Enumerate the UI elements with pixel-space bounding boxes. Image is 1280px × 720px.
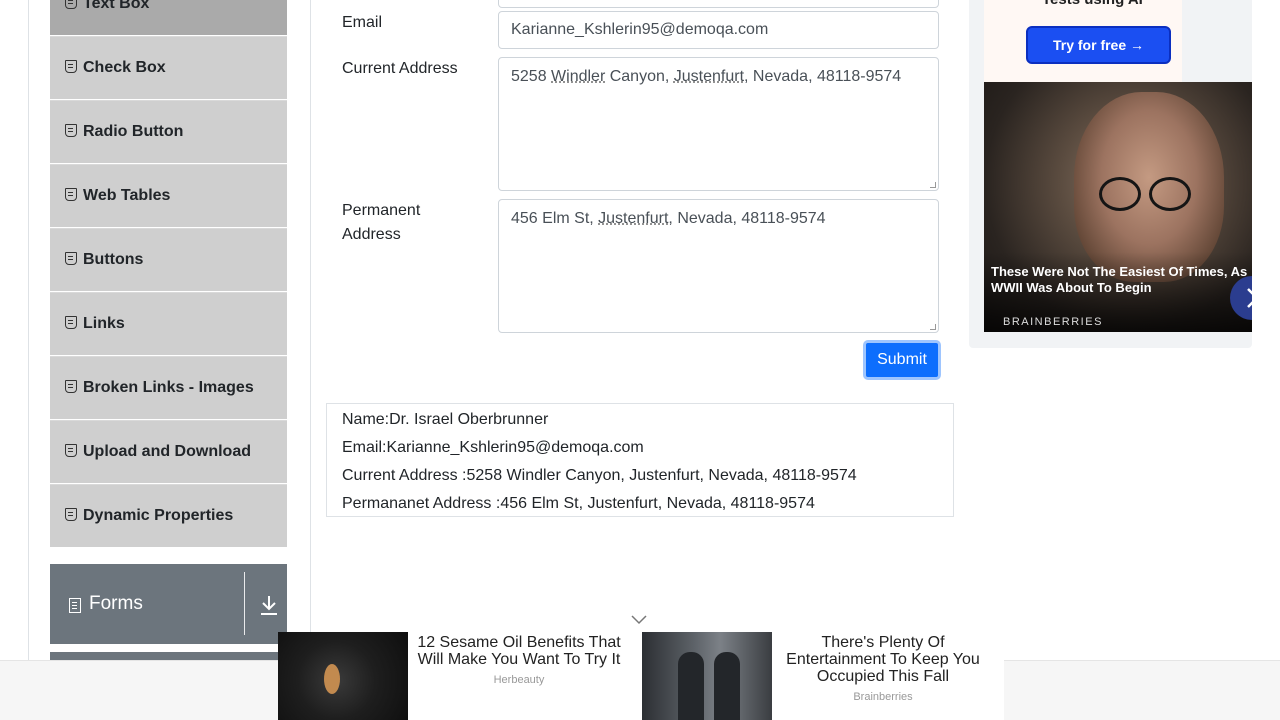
chevron-right-glyph	[1247, 288, 1252, 308]
person-shape	[714, 652, 740, 720]
glasses-lens	[1149, 177, 1191, 211]
submit-button[interactable]: Submit	[863, 340, 941, 380]
email-value: Karianne_Kshlerin95@demoqa.com	[511, 21, 769, 38]
ad-banner-top: Tests using AI Try for free →	[984, 0, 1182, 82]
resize-handle[interactable]	[930, 182, 936, 188]
address-text: 456 Elm St,	[511, 210, 599, 227]
ad-item-source: Herbeauty	[493, 674, 545, 686]
ad-source: BRAINBERRIES	[1003, 316, 1103, 328]
permanent-address-field[interactable]: 456 Elm St, Justenfurt, Nevada, 48118-95…	[498, 199, 939, 333]
menu-item-label: Web Tables	[83, 187, 171, 204]
menu-item-label: Check Box	[83, 59, 166, 76]
menu-item-links[interactable]: Links	[50, 292, 287, 356]
address-text: Windler	[551, 68, 606, 85]
menu-item-label: Text Box	[83, 0, 150, 12]
address-text: , Nevada, 48118-9574	[668, 210, 826, 227]
right-ad-panel[interactable]: Tests using AI Try for free → These Were…	[969, 0, 1252, 348]
current-address-label: Current Address	[342, 60, 458, 77]
menu-item-dynamic-properties[interactable]: Dynamic Properties	[50, 484, 287, 548]
html5-icon	[65, 123, 77, 137]
ad-image-people[interactable]	[642, 632, 772, 720]
html5-icon	[65, 59, 77, 73]
group-header-separator	[244, 572, 245, 635]
group-header-label: Forms	[89, 593, 143, 614]
chevron-down-icon[interactable]	[630, 612, 648, 626]
html5-icon	[65, 315, 77, 329]
menu-item-label: Dynamic Properties	[83, 507, 234, 524]
address-text: Canyon,	[605, 68, 674, 85]
label-line: Permanent	[342, 202, 421, 219]
output-email: Email:Karianne_Kshlerin95@demoqa.com	[342, 439, 644, 456]
label-line: Address	[342, 226, 401, 243]
output-permanent-address: Permananet Address :456 Elm St, Justenfu…	[342, 495, 815, 512]
document-icon	[69, 597, 81, 613]
output-name: Name:Dr. Israel Oberbrunner	[342, 411, 549, 428]
bottom-ad[interactable]: 12 Sesame Oil Benefits That Will Make Yo…	[278, 632, 1004, 720]
try-for-free-button[interactable]: Try for free →	[1026, 26, 1171, 64]
menu-item-buttons[interactable]: Buttons	[50, 228, 287, 292]
menu-item-text-box[interactable]: Text Box	[50, 0, 287, 36]
html5-icon	[65, 187, 77, 201]
menu-item-label: Links	[83, 315, 125, 332]
group-header-forms[interactable]: Forms	[50, 564, 287, 644]
ad-headline[interactable]: These Were Not The Easiest Of Times, As …	[991, 264, 1251, 296]
current-address-field[interactable]: 5258 Windler Canyon, Justenfurt, Nevada,…	[498, 57, 939, 191]
ad-item-source: Brainberries	[853, 691, 913, 703]
ad-item-2[interactable]: There's Plenty Of Entertainment To Keep …	[772, 634, 994, 703]
address-text: , Nevada, 48118-9574	[744, 68, 902, 85]
ad-item-title[interactable]: There's Plenty Of Entertainment To Keep …	[772, 634, 994, 685]
glasses-lens	[1099, 177, 1141, 211]
page: Text Box Check Box Radio Button Web Tabl…	[0, 0, 1280, 720]
resize-handle[interactable]	[930, 324, 936, 330]
email-field[interactable]: Karianne_Kshlerin95@demoqa.com	[498, 11, 939, 49]
ad-item-title[interactable]: 12 Sesame Oil Benefits That Will Make Yo…	[408, 634, 630, 668]
chevron-down-icon[interactable]	[259, 594, 279, 616]
person-shape	[678, 652, 704, 720]
left-divider	[28, 0, 29, 720]
html5-icon	[65, 507, 77, 521]
menu-item-web-tables[interactable]: Web Tables	[50, 164, 287, 228]
output-current-address: Current Address :5258 Windler Canyon, Ju…	[342, 467, 857, 484]
address-text: Justenfurt	[673, 68, 745, 85]
menu-item-radio-button[interactable]: Radio Button	[50, 100, 287, 164]
full-name-field[interactable]	[498, 0, 939, 8]
content-divider	[310, 0, 311, 720]
menu-item-check-box[interactable]: Check Box	[50, 36, 287, 100]
menu-item-label: Radio Button	[83, 123, 184, 140]
html5-icon	[65, 443, 77, 457]
menu-item-label: Broken Links - Images	[83, 379, 254, 396]
html5-icon	[65, 0, 77, 9]
menu-item-label: Buttons	[83, 251, 144, 268]
ad-photo[interactable]: These Were Not The Easiest Of Times, As …	[984, 82, 1252, 332]
ad-banner-text: Tests using AI	[1042, 0, 1143, 8]
html5-icon	[65, 379, 77, 393]
ad-image-pan[interactable]	[278, 632, 408, 720]
address-text: Justenfurt	[598, 210, 669, 227]
menu-item-label: Upload and Download	[83, 443, 251, 460]
menu-item-broken-links[interactable]: Broken Links - Images	[50, 356, 287, 420]
address-text: 5258	[511, 68, 552, 85]
html5-icon	[65, 251, 77, 265]
ad-item-1[interactable]: 12 Sesame Oil Benefits That Will Make Yo…	[408, 634, 630, 686]
elements-menu-list: Text Box Check Box Radio Button Web Tabl…	[50, 0, 287, 548]
permanent-address-label: Permanent Address	[342, 199, 420, 247]
email-label: Email	[342, 14, 383, 31]
menu-item-upload-download[interactable]: Upload and Download	[50, 420, 287, 484]
spoon-shape	[324, 664, 340, 694]
output-panel: Name:Dr. Israel Oberbrunner Email:Karian…	[326, 403, 954, 517]
